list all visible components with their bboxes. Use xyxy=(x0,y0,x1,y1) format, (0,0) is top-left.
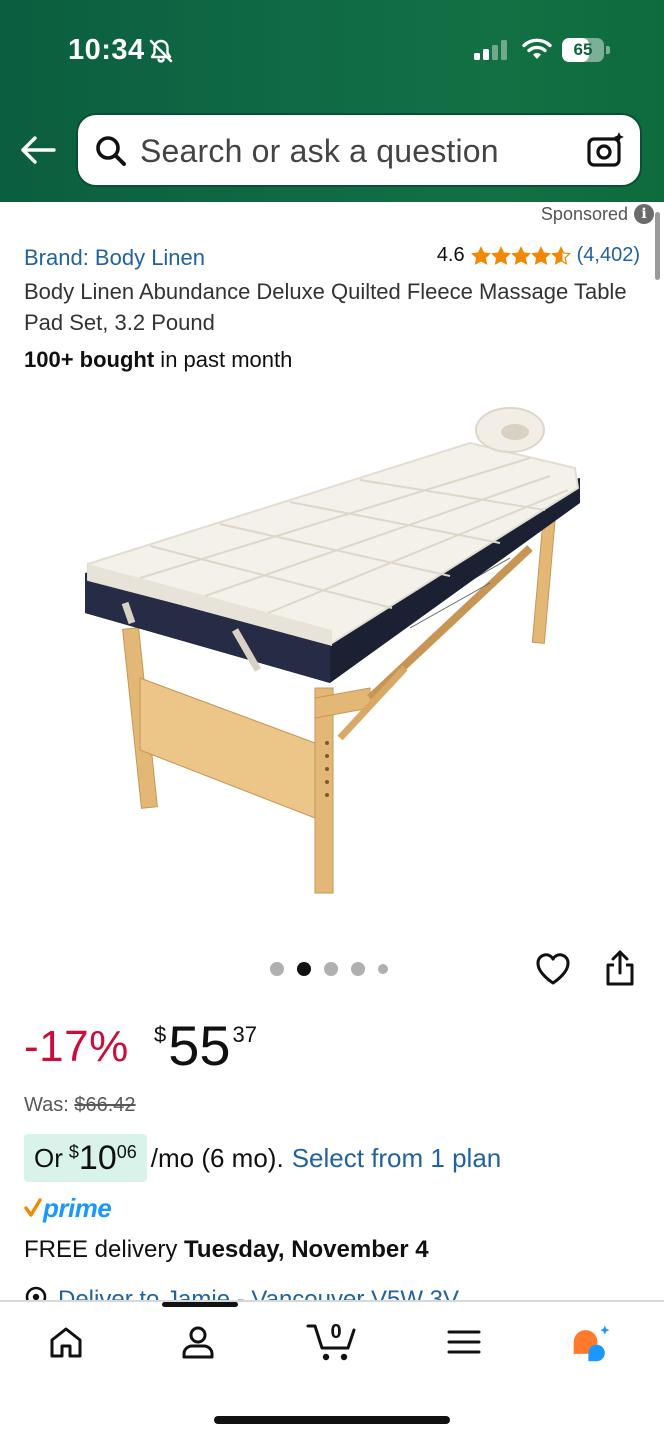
scrollbar xyxy=(655,212,660,280)
carousel-dot[interactable] xyxy=(297,962,311,976)
rating-value: 4.6 xyxy=(436,244,465,266)
home-icon xyxy=(50,1327,82,1358)
back-arrow-icon[interactable] xyxy=(18,132,58,168)
account-icon xyxy=(182,1326,214,1359)
star-rating xyxy=(470,245,571,266)
carousel-dot[interactable] xyxy=(270,962,284,976)
menu-icon xyxy=(447,1330,481,1354)
svg-text:0: 0 xyxy=(330,1321,341,1343)
installment-term: /mo (6 mo). xyxy=(150,1142,284,1173)
discount-percent: -17% xyxy=(24,1022,129,1071)
brand-link[interactable]: Brand: Body Linen xyxy=(24,245,205,271)
delivery-date: Tuesday, November 4 xyxy=(184,1236,429,1263)
prime-label: prime xyxy=(43,1192,112,1223)
rufus-icon xyxy=(573,1325,610,1362)
star-icon xyxy=(470,245,491,265)
carousel-dot[interactable] xyxy=(324,962,338,976)
nav-rufus[interactable] xyxy=(570,1320,614,1364)
battery-indicator: 65 xyxy=(562,38,610,62)
rating-count[interactable]: (4,402) xyxy=(577,244,640,267)
bell-slash-icon xyxy=(149,39,173,63)
price-fraction: 37 xyxy=(232,1022,258,1047)
share-icon[interactable] xyxy=(604,948,636,988)
nav-home[interactable] xyxy=(44,1320,88,1364)
rating-summary[interactable]: 4.6 (4,402) xyxy=(437,244,640,267)
status-time: 10:34 xyxy=(68,34,145,66)
price-currency: $ xyxy=(154,1022,167,1047)
image-carousel-dots[interactable] xyxy=(270,962,388,976)
active-tab-indicator xyxy=(162,1302,238,1307)
heart-icon[interactable] xyxy=(534,950,572,988)
bought-count: 100+ bought in past month xyxy=(24,347,292,373)
installment-price-chip: Or $ 10 06 xyxy=(24,1134,147,1182)
star-icon xyxy=(490,245,511,265)
delivery-info: FREE delivery Tuesday, November 4 xyxy=(24,1236,429,1264)
bought-rest: in past month xyxy=(154,347,293,372)
sponsored-label[interactable]: Sponsored i xyxy=(541,202,654,226)
installment-whole: 10 xyxy=(78,1138,117,1177)
was-price-row: Was: $66.42 xyxy=(24,1094,136,1117)
current-price: $ 55 37 xyxy=(154,1016,257,1076)
cart-icon: 0 xyxy=(306,1321,356,1361)
nav-menu[interactable] xyxy=(442,1320,486,1364)
star-icon xyxy=(510,245,531,265)
installment-fraction: 06 xyxy=(116,1142,137,1162)
sponsored-text: Sponsored xyxy=(540,203,628,224)
select-plan-link[interactable]: Select from 1 plan xyxy=(292,1143,502,1174)
installment-currency: $ xyxy=(68,1142,79,1162)
carousel-dot[interactable] xyxy=(351,962,365,976)
product-image[interactable] xyxy=(70,398,600,903)
nav-account[interactable] xyxy=(176,1320,220,1364)
bought-bold: 100+ bought xyxy=(24,347,155,372)
star-icon xyxy=(550,245,571,265)
prime-check-icon xyxy=(24,1198,42,1217)
nav-cart[interactable]: 0 xyxy=(306,1320,358,1364)
carousel-dot[interactable] xyxy=(378,964,388,974)
info-icon[interactable]: i xyxy=(634,204,654,224)
battery-percent: 65 xyxy=(573,40,593,59)
star-icon xyxy=(530,245,551,265)
was-price: $66.42 xyxy=(74,1094,136,1116)
installment-prefix: Or xyxy=(34,1142,63,1173)
cellular-signal-icon xyxy=(474,40,507,60)
search-icon xyxy=(96,136,126,166)
search-input[interactable]: Search or ask a question xyxy=(140,133,499,170)
product-title: Body Linen Abundance Deluxe Quilted Flee… xyxy=(24,279,627,335)
prime-badge: prime xyxy=(24,1192,112,1224)
search-bar[interactable]: Search or ask a question xyxy=(76,113,642,187)
installment-row: Or $ 10 06 /mo (6 mo). Select from 1 pla… xyxy=(24,1134,501,1182)
price-whole: 55 xyxy=(168,1014,231,1077)
camera-search-icon[interactable] xyxy=(586,131,626,171)
was-label: Was: xyxy=(24,1094,75,1116)
wifi-icon xyxy=(522,38,552,59)
home-indicator xyxy=(214,1416,450,1424)
delivery-prefix: FREE delivery xyxy=(24,1236,185,1263)
app-header: 10:34 65 Search or ask a question xyxy=(0,0,664,202)
